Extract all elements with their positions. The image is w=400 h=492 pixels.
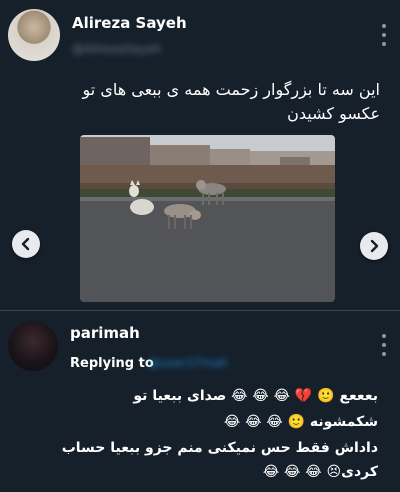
reply-text-line: کردی😣 😂 😂 😂 <box>262 464 378 480</box>
avatar[interactable] <box>8 321 58 371</box>
reply-text-line: داداش فقط حس نمیکنی منم جزو ببعیا حساب <box>61 440 378 456</box>
tweet-image[interactable] <box>80 135 335 302</box>
chevron-left-icon[interactable] <box>12 230 40 258</box>
divider <box>0 310 400 311</box>
author-name[interactable]: parimah <box>70 324 140 342</box>
author-name[interactable]: Alireza Sayeh <box>72 14 187 32</box>
reply-text-line: شکمشونه 🙂 😂 😂 😂 <box>223 414 378 430</box>
replying-to-label: Replying to <box>70 356 154 371</box>
tweet-text-line: این سه تا بزرگوار زحمت همه ی ببعی های تو <box>82 80 380 99</box>
author-handle[interactable]: @AlirezaSayeh <box>72 42 162 56</box>
wolves-photo <box>80 135 335 302</box>
avatar[interactable] <box>8 9 60 61</box>
replying-to-handle[interactable]: @user1Tmah <box>148 356 228 370</box>
more-options-icon[interactable] <box>381 334 387 356</box>
reply-text-line: بعععع 🙂 💔 😂 😂 😂 صدای ببعیا تو <box>133 388 378 404</box>
chevron-right-icon[interactable] <box>360 232 388 260</box>
tweet-text-line: عکسو کشیدن <box>287 104 380 123</box>
tweet-text: این سه تا بزرگوار زحمت همه ی ببعی های تو… <box>40 78 380 126</box>
tweet-post[interactable]: Alireza Sayeh @AlirezaSayeh این سه تا بز… <box>0 0 400 310</box>
more-options-icon[interactable] <box>381 24 387 46</box>
